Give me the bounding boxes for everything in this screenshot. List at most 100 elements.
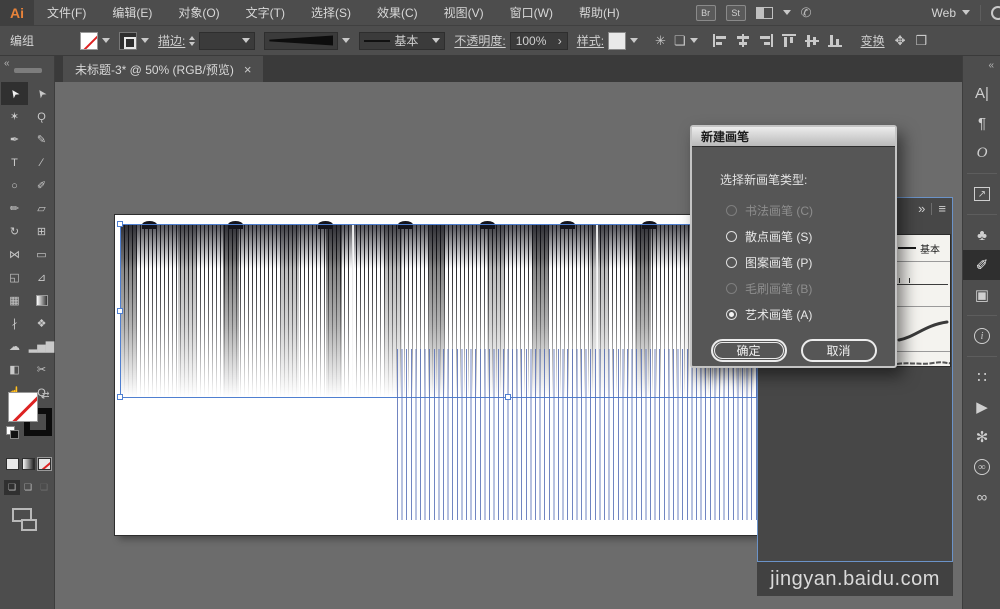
selection-handle[interactable] bbox=[505, 394, 511, 400]
brush-type-option-2[interactable]: 图案画笔 (P) bbox=[726, 254, 895, 271]
bridge-button[interactable]: Br bbox=[696, 5, 716, 21]
dialog-title[interactable]: 新建画笔 bbox=[692, 127, 895, 147]
export-panel-icon[interactable]: ↗ bbox=[963, 179, 1000, 209]
eyedropper-tool[interactable]: ∤ bbox=[1, 312, 28, 335]
brush-type-option-1[interactable]: 散点画笔 (S) bbox=[726, 228, 895, 245]
transform-label[interactable]: 变换 bbox=[861, 32, 885, 49]
selection-handle[interactable] bbox=[117, 394, 123, 400]
brush-definition-dropdown[interactable]: 基本 bbox=[359, 32, 445, 50]
opentype-panel-icon[interactable]: O bbox=[963, 138, 1000, 168]
close-icon[interactable]: × bbox=[244, 62, 252, 77]
eraser-tool[interactable]: ▱ bbox=[28, 197, 55, 220]
selection-handle[interactable] bbox=[117, 221, 123, 227]
collapse-panel-icon[interactable]: « bbox=[4, 58, 10, 69]
radio-icon[interactable] bbox=[726, 309, 737, 320]
align-left-icon[interactable] bbox=[713, 34, 727, 47]
stroke-weight-dropdown[interactable] bbox=[199, 32, 255, 50]
curvature-tool[interactable]: ✎ bbox=[28, 128, 55, 151]
perspective-grid-tool[interactable]: ⊿ bbox=[28, 266, 55, 289]
brush-item-rough-line[interactable] bbox=[895, 352, 950, 367]
free-transform-tool[interactable]: ▭ bbox=[28, 243, 55, 266]
menu-item-5[interactable]: 效果(C) bbox=[364, 0, 431, 26]
actions-panel-icon[interactable]: ▶ bbox=[963, 392, 1000, 422]
align-v-center-icon[interactable] bbox=[805, 34, 819, 47]
chevron-down-icon[interactable] bbox=[102, 38, 110, 43]
fill-indicator-none[interactable] bbox=[8, 392, 38, 422]
stroke-weight-label[interactable]: 描边: bbox=[158, 32, 185, 49]
fill-color-swatch[interactable] bbox=[80, 32, 98, 50]
brushes-panel-icon[interactable]: ✐ bbox=[963, 250, 1000, 280]
style-label[interactable]: 样式: bbox=[577, 32, 604, 49]
screen-mode-icon[interactable] bbox=[12, 508, 32, 522]
character-panel-icon[interactable]: A| bbox=[963, 78, 1000, 108]
links-panel-icon[interactable]: ∞ bbox=[963, 482, 1000, 512]
menu-item-8[interactable]: 帮助(H) bbox=[566, 0, 633, 26]
pencil-tool[interactable]: ✏ bbox=[1, 197, 28, 220]
align-bottom-icon[interactable] bbox=[828, 34, 842, 47]
symbol-sprayer-tool[interactable]: ☁ bbox=[1, 335, 28, 358]
document-setup-icon[interactable]: ❏ bbox=[674, 33, 686, 49]
width-tool[interactable]: ⋈ bbox=[1, 243, 28, 266]
menu-item-6[interactable]: 视图(V) bbox=[431, 0, 497, 26]
brush-item-basic[interactable]: 基本 bbox=[895, 235, 950, 262]
stroke-color-swatch[interactable] bbox=[119, 32, 137, 50]
paragraph-panel-icon[interactable]: ¶ bbox=[963, 108, 1000, 138]
menu-item-4[interactable]: 选择(S) bbox=[298, 0, 364, 26]
color-button[interactable] bbox=[6, 458, 19, 470]
magic-wand-tool[interactable]: ✶ bbox=[1, 105, 28, 128]
mesh-tool[interactable]: ▦ bbox=[1, 289, 28, 312]
opacity-label[interactable]: 不透明度: bbox=[454, 32, 505, 49]
transform-panel-icon[interactable]: ∷ bbox=[963, 362, 1000, 392]
paintbrush-tool[interactable]: ✐ bbox=[28, 174, 55, 197]
align-h-center-icon[interactable] bbox=[736, 34, 750, 47]
brush-item-charcoal-curve[interactable] bbox=[895, 307, 950, 352]
selection-handle[interactable] bbox=[117, 308, 123, 314]
recolor-artwork-icon[interactable]: ✳ bbox=[655, 33, 666, 49]
stock-button[interactable]: St bbox=[726, 5, 746, 21]
ok-button[interactable]: 确定 bbox=[711, 339, 787, 362]
rotate-tool[interactable]: ↻ bbox=[1, 220, 28, 243]
panel-expand-icon[interactable]: » bbox=[918, 201, 925, 216]
chevron-down-icon[interactable] bbox=[630, 38, 638, 43]
gradient-button[interactable] bbox=[22, 458, 35, 470]
align-top-icon[interactable] bbox=[782, 34, 796, 47]
scale-tool[interactable]: ⊞ bbox=[28, 220, 55, 243]
ellipse-tool[interactable]: ○ bbox=[1, 174, 28, 197]
draw-inside-icon[interactable]: ❏ bbox=[36, 480, 52, 495]
lasso-tool[interactable]: Ǫ bbox=[28, 105, 55, 128]
info-panel-icon[interactable]: i bbox=[963, 321, 1000, 351]
default-fill-stroke-icon[interactable] bbox=[6, 426, 15, 435]
width-profile-dropdown[interactable] bbox=[264, 32, 338, 50]
brush-type-option-4[interactable]: 艺术画笔 (A) bbox=[726, 306, 895, 323]
radio-icon[interactable] bbox=[726, 231, 737, 242]
type-tool[interactable]: T bbox=[1, 151, 28, 174]
align-to-selection-icon[interactable]: ❒ bbox=[916, 33, 928, 49]
slice-tool[interactable]: ✂ bbox=[28, 358, 55, 381]
stroke-weight-stepper[interactable] bbox=[189, 36, 195, 46]
search-icon[interactable] bbox=[991, 6, 1000, 20]
panel-menu-icon[interactable]: ≡ bbox=[938, 201, 946, 216]
menu-item-2[interactable]: 对象(O) bbox=[165, 0, 232, 26]
menu-item-0[interactable]: 文件(F) bbox=[34, 0, 99, 26]
chevron-down-icon[interactable] bbox=[141, 38, 149, 43]
chevron-down-icon[interactable] bbox=[342, 38, 350, 43]
blend-tool[interactable]: ❖ bbox=[28, 312, 55, 335]
artboard-tool[interactable]: ◧ bbox=[1, 358, 28, 381]
variables-panel-icon[interactable]: ✻ bbox=[963, 422, 1000, 452]
brush-item-thin-line[interactable] bbox=[895, 262, 950, 307]
arrange-documents-icon[interactable] bbox=[756, 7, 773, 19]
workspace-switcher[interactable]: Web bbox=[932, 6, 970, 20]
cancel-button[interactable]: 取消 bbox=[801, 339, 877, 362]
document-tab[interactable]: 未标题-3* @ 50% (RGB/预览) × bbox=[63, 56, 263, 82]
radio-icon[interactable] bbox=[726, 257, 737, 268]
symbols-panel-icon[interactable]: ♣ bbox=[963, 220, 1000, 250]
style-swatch[interactable] bbox=[608, 32, 626, 50]
draw-behind-icon[interactable]: ❏ bbox=[20, 480, 36, 495]
menu-item-7[interactable]: 窗口(W) bbox=[497, 0, 566, 26]
opacity-field[interactable]: 100% › bbox=[510, 32, 568, 50]
touch-workspace-icon[interactable]: ✆ bbox=[801, 5, 812, 21]
bounding-box-icon[interactable]: ✥ bbox=[895, 33, 906, 49]
column-graph-tool[interactable]: ▂▅▇ bbox=[28, 335, 55, 358]
none-button[interactable] bbox=[38, 458, 51, 470]
shape-builder-tool[interactable]: ◱ bbox=[1, 266, 28, 289]
